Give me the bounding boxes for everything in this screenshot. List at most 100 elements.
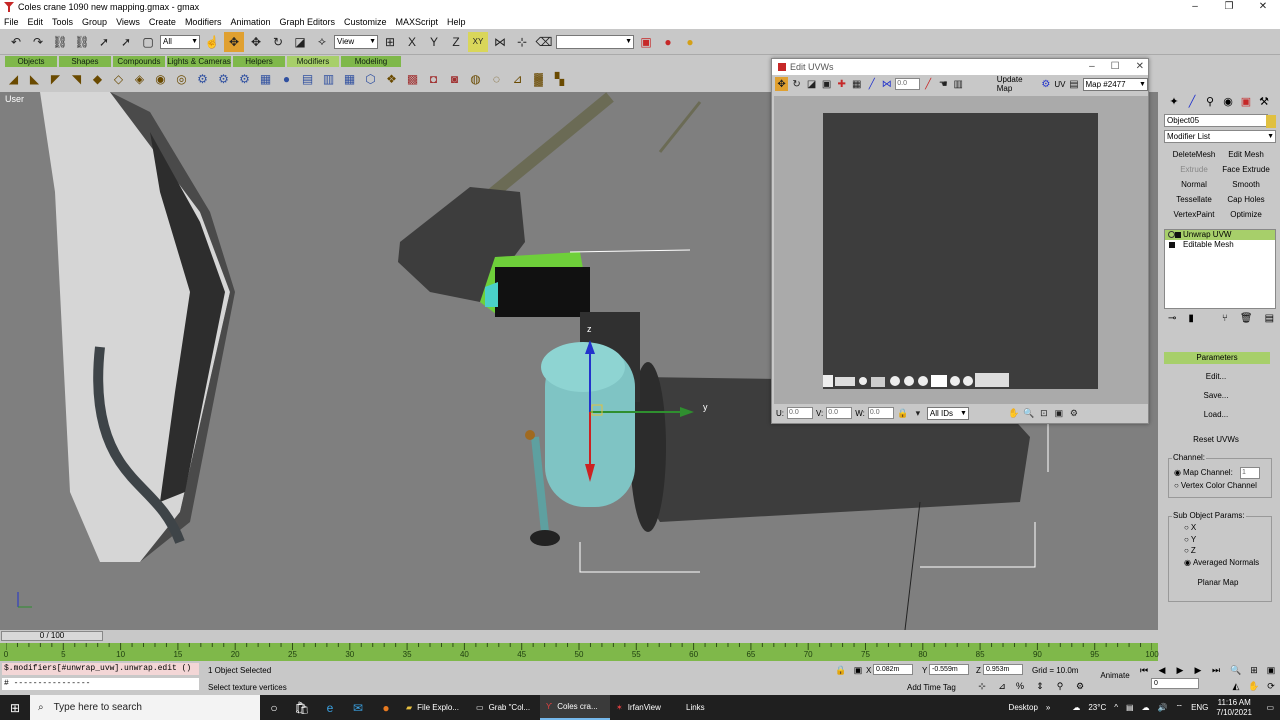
configure-sets-icon[interactable]: ▤ <box>1265 313 1274 324</box>
cloud-icon[interactable]: ☁ <box>1142 703 1150 712</box>
taskbar-search[interactable]: ⌕ Type here to search <box>30 695 260 720</box>
menu-graph-editors[interactable]: Graph Editors <box>279 17 335 27</box>
volume-icon[interactable]: 🔊 <box>1158 703 1168 712</box>
pan-view-icon[interactable]: ✋ <box>1247 680 1261 692</box>
uvw-mirror-icon[interactable]: ✚ <box>835 77 848 91</box>
angle-snap-icon[interactable]: ⊿ <box>995 680 1009 692</box>
taskbar-gmax[interactable]: Ƴ Coles cra... <box>540 695 610 720</box>
motion-tab-icon[interactable]: ◉ <box>1220 94 1236 110</box>
twist-icon[interactable]: ◤ <box>46 70 65 89</box>
make-unique-icon[interactable]: ⑂ <box>1222 313 1228 324</box>
checker-icon[interactable]: ▓ <box>529 70 548 89</box>
material-id-icon[interactable]: ▚ <box>550 70 569 89</box>
menu-help[interactable]: Help <box>447 17 466 27</box>
key-mode-icon[interactable]: ⚲ <box>1053 680 1067 692</box>
mail-icon[interactable]: ✉ <box>344 695 372 720</box>
axis-x-radio[interactable]: X <box>1184 523 1196 532</box>
uvw-filter-icon[interactable]: ▾ <box>912 407 924 419</box>
tab-modeling[interactable]: Modeling <box>341 56 401 67</box>
select-move-icon[interactable]: ☝ <box>202 32 222 52</box>
mirror-mod-icon[interactable]: ⊿ <box>508 70 527 89</box>
weather-icon[interactable]: ☁ <box>1072 703 1080 712</box>
select-icon[interactable]: ➚ <box>94 32 114 52</box>
snap-icon[interactable]: ⊹ <box>512 32 532 52</box>
links-toolbar[interactable]: Links <box>686 703 705 712</box>
reference-coord-dropdown[interactable]: View <box>334 34 378 49</box>
edit-uvw-button[interactable]: Edit... <box>1192 370 1240 383</box>
menu-file[interactable]: File <box>4 17 19 27</box>
uvw-close-button[interactable]: ✕ <box>1136 59 1144 75</box>
uvw-texture-area[interactable] <box>823 113 1098 389</box>
play-icon[interactable]: ▶ <box>1173 664 1187 676</box>
taskbar-grab[interactable]: ▭ Grab "Col... <box>470 695 540 720</box>
selection-lock-icon[interactable]: 🔒 <box>834 664 848 676</box>
edit-spline-icon[interactable]: ❖ <box>382 70 401 89</box>
uvw-maximize-button[interactable]: ☐ <box>1111 59 1120 75</box>
poly-select-icon[interactable]: ▦ <box>340 70 359 89</box>
percent-snap-icon[interactable]: % <box>1013 680 1027 692</box>
menu-animation[interactable]: Animation <box>230 17 270 27</box>
skew-icon[interactable]: ◈ <box>130 70 149 89</box>
save-uvw-button[interactable]: Save... <box>1192 389 1240 402</box>
uvw-options-icon[interactable]: ⚙ <box>1068 407 1080 419</box>
update-map-button[interactable]: Update Map <box>997 75 1038 93</box>
uvw-map-icon[interactable]: ● <box>277 70 296 89</box>
arc-rotate-icon[interactable]: ⟳ <box>1264 680 1278 692</box>
stretch-icon[interactable]: ◆ <box>88 70 107 89</box>
menu-group[interactable]: Group <box>82 17 107 27</box>
u-value-spinner[interactable]: 0.0 <box>787 407 813 419</box>
uvw-move-icon[interactable]: ✥ <box>775 77 789 91</box>
render-icon[interactable]: ● <box>658 32 678 52</box>
uvw-snap-icon[interactable]: ⋈ <box>880 77 893 91</box>
restrict-y-icon[interactable]: Y <box>424 32 444 52</box>
parameters-rollout[interactable]: Parameters <box>1164 352 1270 364</box>
rect-select-icon[interactable]: ▢ <box>138 32 158 52</box>
current-frame-field[interactable]: 0 <box>1151 678 1199 689</box>
planar-map-button[interactable]: Planar Map <box>1190 576 1246 589</box>
edge-icon[interactable]: e <box>316 695 344 720</box>
show-end-result-icon[interactable]: ▮ <box>1188 313 1194 324</box>
redo-icon[interactable]: ↷ <box>28 32 48 52</box>
maxscript-listener-line[interactable]: $.modifiers[#unwrap_uvw].unwrap.edit () <box>2 663 199 675</box>
averaged-normals-radio[interactable]: Averaged Normals <box>1184 558 1259 567</box>
restrict-x-icon[interactable]: X <box>402 32 422 52</box>
unlink-icon[interactable]: ⛓ <box>72 32 92 52</box>
uvw-texture-icon[interactable]: ▤ <box>1067 77 1080 91</box>
goto-end-icon[interactable]: ⏭ <box>1209 664 1223 676</box>
named-selection-dropdown[interactable] <box>556 34 634 49</box>
pan-icon[interactable]: ✥ <box>246 32 266 52</box>
uvw-minimize-button[interactable]: – <box>1089 59 1095 75</box>
uvw-zoom-icon[interactable]: 🔍 <box>1023 407 1035 419</box>
desktop-toolbar[interactable]: Desktop <box>1009 703 1038 712</box>
rotate-icon[interactable]: ↻ <box>268 32 288 52</box>
time-slider[interactable]: 0 / 100 <box>1 631 103 641</box>
undo-icon[interactable]: ↶ <box>6 32 26 52</box>
uvw-xform-icon[interactable]: ▤ <box>298 70 317 89</box>
uvw-hand-icon[interactable]: ☚ <box>937 77 950 91</box>
edit-mesh-button[interactable]: Edit Mesh <box>1222 149 1270 161</box>
wifi-icon[interactable]: ⌔ <box>1176 703 1184 713</box>
v-value-spinner[interactable]: 0.0 <box>826 407 853 419</box>
quick-render-icon[interactable]: ● <box>680 32 700 52</box>
ids-dropdown[interactable]: All IDs <box>926 406 969 420</box>
utilities-tab-icon[interactable]: ⚒ <box>1256 94 1272 110</box>
eraser-icon[interactable]: ⌫ <box>534 32 554 52</box>
uvw-canvas[interactable] <box>774 96 1148 404</box>
manipulate-icon[interactable]: ⟡ <box>312 32 332 52</box>
firefox-icon[interactable]: ● <box>372 695 400 720</box>
absolute-mode-icon[interactable]: ▣ <box>851 664 865 676</box>
track-bar[interactable]: 0 5 10 15 20 25 30 35 40 45 50 55 60 65 70 75 80 85 90 95 10… <box>0 643 1159 661</box>
optimize-button[interactable]: Optimize <box>1222 209 1270 221</box>
time-config-icon[interactable]: ⚙ <box>1073 680 1087 692</box>
stack-item-unwrap-uvw[interactable]: Unwrap UVW <box>1165 230 1275 240</box>
show-map-icon[interactable]: ⚙ <box>1039 77 1052 91</box>
y-coord-field[interactable]: -0.559m <box>929 664 969 675</box>
tray-up-icon[interactable]: ^ <box>1114 703 1118 712</box>
notifications-icon[interactable]: ▭ <box>1266 703 1274 712</box>
prev-frame-icon[interactable]: ◀ <box>1155 664 1169 676</box>
uvw-view-toggle[interactable]: UV <box>1054 80 1065 89</box>
uvw-pan-icon[interactable]: ✋ <box>1008 407 1020 419</box>
stack-item-editable-mesh[interactable]: Editable Mesh <box>1165 240 1275 250</box>
lathe-icon[interactable]: ▩ <box>403 70 422 89</box>
ffd-icon[interactable]: ▦ <box>256 70 275 89</box>
